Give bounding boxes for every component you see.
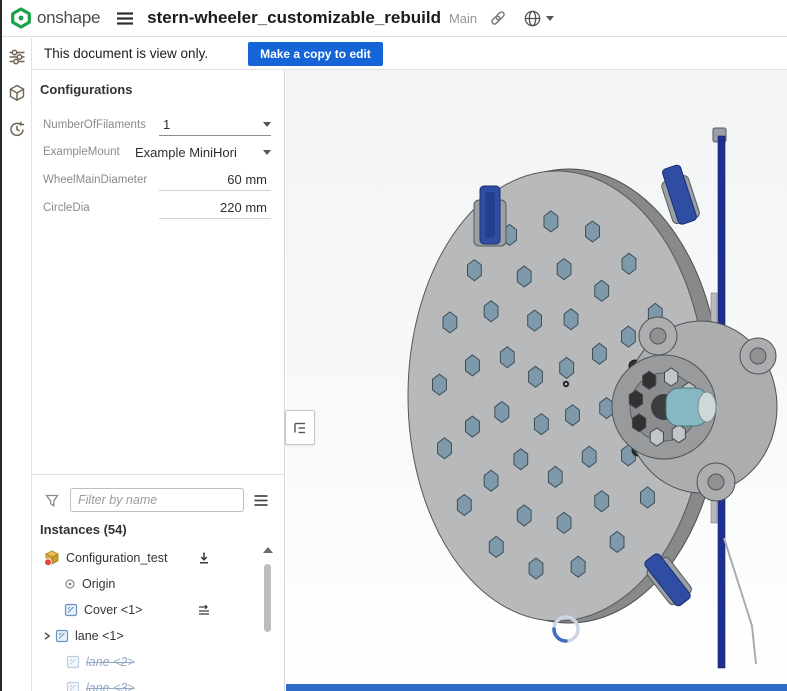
- config-field-numberoffilaments: NumberOfFilaments 1: [43, 114, 271, 136]
- tree-item-lane-3[interactable]: lane <3>: [32, 675, 284, 691]
- list-view-icon[interactable]: [253, 493, 269, 508]
- view-only-message: This document is view only.: [44, 46, 209, 61]
- in-context-icon[interactable]: [197, 603, 211, 617]
- config-field-circledia: CircleDia 220 mm: [43, 197, 271, 219]
- top-bar: onshape stern-wheeler_customizable_rebui…: [0, 0, 787, 37]
- examplemount-dropdown[interactable]: Example MiniHori: [135, 141, 271, 163]
- history-clock-icon[interactable]: [6, 118, 28, 140]
- tree-item-label: Configuration_test: [66, 551, 168, 565]
- bottom-tab-bar[interactable]: [286, 684, 787, 691]
- onshape-logo-text[interactable]: onshape: [37, 8, 100, 28]
- tree-item-lane-2[interactable]: lane <2>: [32, 649, 284, 675]
- tree-item-label: lane <1>: [75, 629, 124, 643]
- paddle-wheel-model: [407, 127, 778, 669]
- configurations-panel: Configurations NumberOfFilaments 1 Examp…: [32, 70, 285, 691]
- window-edge: [0, 0, 2, 691]
- document-title: stern-wheeler_customizable_rebuild: [147, 8, 441, 27]
- onshape-app-window: onshape stern-wheeler_customizable_rebui…: [0, 0, 787, 691]
- public-globe-icon[interactable]: [523, 9, 542, 28]
- tree-item-cover-1[interactable]: Cover <1>: [32, 597, 284, 623]
- filter-by-name-input[interactable]: [70, 488, 244, 512]
- mount-clip-top-right: [661, 164, 700, 225]
- 3d-viewport[interactable]: [286, 70, 787, 691]
- versions-cube-icon[interactable]: [6, 82, 28, 104]
- tree-item-label: lane <2>: [86, 655, 135, 669]
- tree-item-label: Cover <1>: [84, 603, 143, 617]
- make-copy-button[interactable]: Make a copy to edit: [248, 41, 383, 66]
- config-field-examplemount: ExampleMount Example MiniHori: [43, 141, 271, 163]
- scroll-up-arrow[interactable]: [263, 547, 273, 553]
- caret-down-icon: [263, 122, 271, 127]
- field-label: WheelMainDiameter: [43, 174, 148, 186]
- part-icon: [66, 655, 80, 669]
- tree-item-label: Origin: [82, 577, 116, 591]
- tree-item-origin[interactable]: Origin: [32, 571, 284, 597]
- share-link-icon[interactable]: [489, 9, 507, 27]
- wheelmaindiameter-input[interactable]: 60 mm: [159, 169, 271, 191]
- tree-item-label: lane <3>: [86, 681, 135, 691]
- origin-icon: [64, 578, 76, 590]
- numberoffilaments-dropdown[interactable]: 1: [159, 114, 271, 136]
- instances-title: Instances (54): [40, 522, 127, 537]
- configurations-title: Configurations: [40, 82, 133, 97]
- hamburger-menu-icon[interactable]: [116, 11, 134, 26]
- caret-down-icon[interactable]: [546, 15, 555, 21]
- part-icon: [64, 603, 78, 617]
- sync-latest-icon[interactable]: [197, 551, 211, 565]
- instances-filter-row: [32, 486, 284, 514]
- caret-down-icon: [263, 149, 271, 155]
- panel-toggle-button[interactable]: [285, 410, 315, 445]
- part-icon: [66, 681, 80, 691]
- field-value: 60 mm: [227, 172, 267, 187]
- field-value: 1: [163, 117, 171, 132]
- expand-chevron-icon[interactable]: [42, 631, 52, 641]
- field-label: NumberOfFilaments: [43, 119, 146, 131]
- tree-scrollbar-thumb[interactable]: [264, 564, 271, 632]
- field-value: Example MiniHori: [135, 144, 237, 160]
- circledia-input[interactable]: 220 mm: [159, 197, 271, 219]
- field-label: ExampleMount: [43, 146, 120, 158]
- part-icon: [55, 629, 69, 643]
- onshape-logo-icon[interactable]: [10, 7, 32, 29]
- filter-funnel-icon[interactable]: [44, 493, 60, 508]
- view-only-bar: This document is view only. Make a copy …: [32, 38, 787, 70]
- left-icon-rail: [2, 38, 32, 691]
- tree-item-configuration-test[interactable]: Configuration_test: [32, 545, 284, 571]
- assembly-icon: [44, 550, 60, 566]
- workspace-label[interactable]: Main: [449, 11, 477, 26]
- tree-item-lane-1[interactable]: lane <1>: [32, 623, 284, 649]
- panel-divider: [32, 474, 284, 475]
- field-value: 220 mm: [220, 200, 267, 215]
- config-field-wheelmaindiameter: WheelMainDiameter 60 mm: [43, 169, 271, 191]
- field-label: CircleDia: [43, 202, 90, 214]
- configurations-panel-icon[interactable]: [6, 46, 28, 68]
